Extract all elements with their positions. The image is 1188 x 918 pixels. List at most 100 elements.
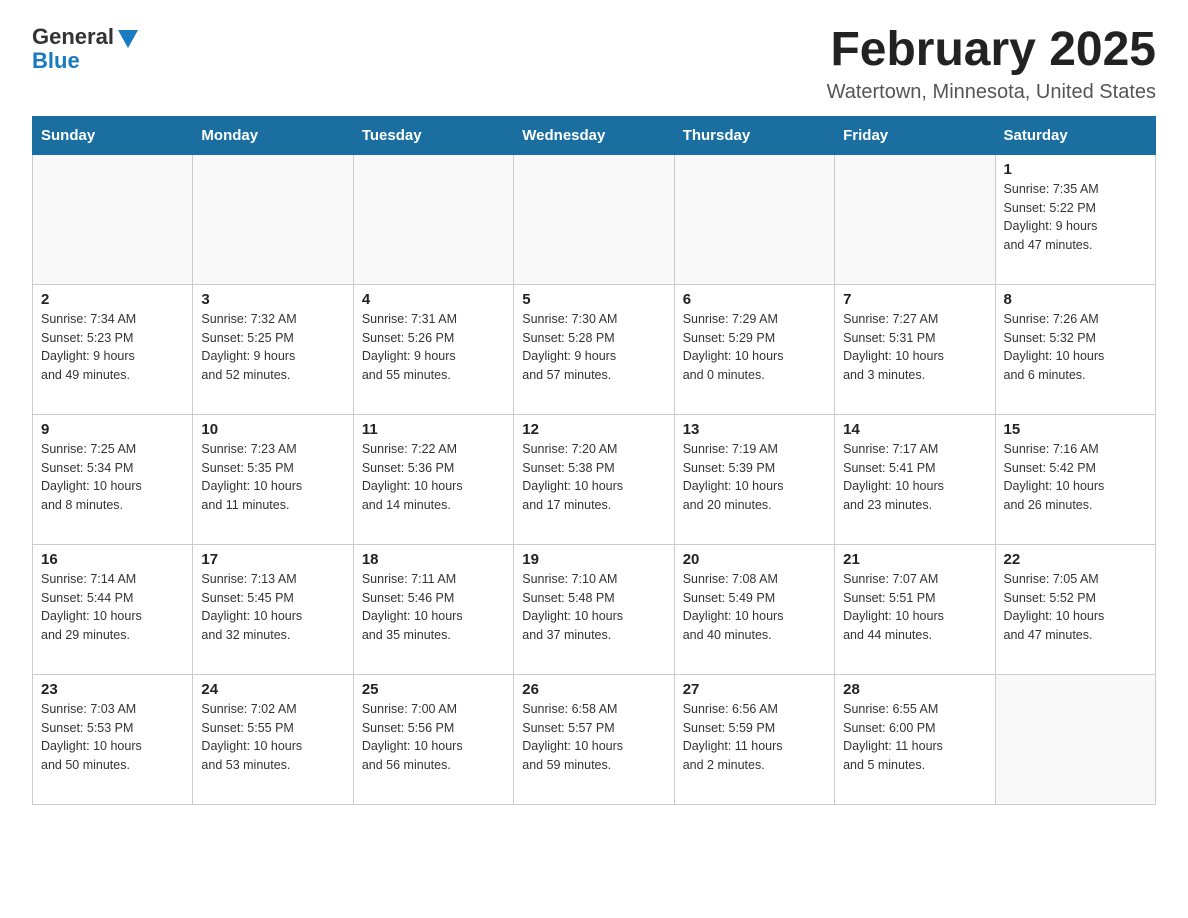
day-number: 12 — [522, 421, 665, 438]
day-of-week-header: Wednesday — [514, 116, 674, 154]
day-info: Sunrise: 7:31 AMSunset: 5:26 PMDaylight:… — [362, 310, 505, 385]
day-info: Sunrise: 7:11 AMSunset: 5:46 PMDaylight:… — [362, 570, 505, 645]
calendar-day-cell: 7Sunrise: 7:27 AMSunset: 5:31 PMDaylight… — [835, 284, 995, 414]
day-number: 26 — [522, 681, 665, 698]
calendar-day-cell — [674, 154, 834, 284]
day-number: 5 — [522, 291, 665, 308]
day-number: 18 — [362, 551, 505, 568]
calendar-day-cell — [995, 674, 1155, 804]
calendar-week-row: 9 Sunrise: 7:25 AMSunset: 5:34 PMDaylight… — [33, 414, 1156, 544]
calendar-day-cell: 24 Sunrise: 7:02 AMSunset: 5:55 PMDayligh… — [193, 674, 353, 804]
day-number: 17 — [201, 551, 344, 568]
day-number: 27 — [683, 681, 826, 698]
day-number: 24 — [201, 681, 344, 698]
calendar-day-cell: 1Sunrise: 7:35 AMSunset: 5:22 PMDaylight… — [995, 154, 1155, 284]
month-title: February 2025 — [827, 24, 1156, 77]
day-number: 20 — [683, 551, 826, 568]
day-info: Sunrise: 7:13 AMSunset: 5:45 PMDaylight:… — [201, 570, 344, 645]
day-number: 1 — [1004, 161, 1147, 178]
calendar-day-cell: 20 Sunrise: 7:08 AMSunset: 5:49 PMDayligh… — [674, 544, 834, 674]
calendar-day-cell: 10Sunrise: 7:23 AMSunset: 5:35 PMDayligh… — [193, 414, 353, 544]
day-of-week-header: Thursday — [674, 116, 834, 154]
day-number: 6 — [683, 291, 826, 308]
day-number: 9 — [41, 421, 184, 438]
day-info: Sunrise: 7:00 AMSunset: 5:56 PMDaylight:… — [362, 700, 505, 775]
day-info: Sunrise: 7:17 AMSunset: 5:41 PMDaylight:… — [843, 440, 986, 515]
day-number: 23 — [41, 681, 184, 698]
calendar-day-cell — [835, 154, 995, 284]
calendar-day-cell: 27 Sunrise: 6:56 AMSunset: 5:59 PMDayligh… — [674, 674, 834, 804]
calendar-day-cell — [353, 154, 513, 284]
day-number: 4 — [362, 291, 505, 308]
day-info: Sunrise: 7:14 AMSunset: 5:44 PMDaylight:… — [41, 570, 184, 645]
calendar-body: 1Sunrise: 7:35 AMSunset: 5:22 PMDaylight… — [33, 154, 1156, 804]
calendar-day-cell: 5 Sunrise: 7:30 AMSunset: 5:28 PMDaylight… — [514, 284, 674, 414]
day-number: 25 — [362, 681, 505, 698]
day-number: 10 — [201, 421, 344, 438]
calendar-day-cell — [33, 154, 193, 284]
day-number: 2 — [41, 291, 184, 308]
day-info: Sunrise: 7:22 AMSunset: 5:36 PMDaylight:… — [362, 440, 505, 515]
calendar-day-cell: 16 Sunrise: 7:14 AMSunset: 5:44 PMDayligh… — [33, 544, 193, 674]
logo-blue-text: Blue — [32, 48, 80, 74]
day-info: Sunrise: 6:55 AMSunset: 6:00 PMDaylight:… — [843, 700, 986, 775]
day-info: Sunrise: 7:32 AMSunset: 5:25 PMDaylight:… — [201, 310, 344, 385]
day-info: Sunrise: 7:30 AMSunset: 5:28 PMDaylight:… — [522, 310, 665, 385]
day-number: 3 — [201, 291, 344, 308]
calendar-header: SundayMondayTuesdayWednesdayThursdayFrid… — [33, 116, 1156, 154]
day-of-week-header: Monday — [193, 116, 353, 154]
calendar-week-row: 1Sunrise: 7:35 AMSunset: 5:22 PMDaylight… — [33, 154, 1156, 284]
calendar-day-cell: 4 Sunrise: 7:31 AMSunset: 5:26 PMDaylight… — [353, 284, 513, 414]
calendar-day-cell: 9 Sunrise: 7:25 AMSunset: 5:34 PMDaylight… — [33, 414, 193, 544]
calendar-day-cell: 14 Sunrise: 7:17 AMSunset: 5:41 PMDayligh… — [835, 414, 995, 544]
day-number: 21 — [843, 551, 986, 568]
calendar-day-cell: 8 Sunrise: 7:26 AMSunset: 5:32 PMDaylight… — [995, 284, 1155, 414]
day-info: Sunrise: 7:08 AMSunset: 5:49 PMDaylight:… — [683, 570, 826, 645]
day-info: Sunrise: 7:16 AMSunset: 5:42 PMDaylight:… — [1004, 440, 1147, 515]
day-number: 11 — [362, 421, 505, 438]
calendar-week-row: 16 Sunrise: 7:14 AMSunset: 5:44 PMDayligh… — [33, 544, 1156, 674]
day-of-week-header: Sunday — [33, 116, 193, 154]
calendar-day-cell: 13Sunrise: 7:19 AMSunset: 5:39 PMDayligh… — [674, 414, 834, 544]
calendar-day-cell: 22 Sunrise: 7:05 AMSunset: 5:52 PMDayligh… — [995, 544, 1155, 674]
day-info: Sunrise: 7:19 AMSunset: 5:39 PMDaylight:… — [683, 440, 826, 515]
day-number: 8 — [1004, 291, 1147, 308]
calendar-day-cell — [193, 154, 353, 284]
calendar-day-cell: 6Sunrise: 7:29 AMSunset: 5:29 PMDaylight… — [674, 284, 834, 414]
day-of-week-header: Friday — [835, 116, 995, 154]
day-info: Sunrise: 6:58 AMSunset: 5:57 PMDaylight:… — [522, 700, 665, 775]
day-number: 7 — [843, 291, 986, 308]
day-number: 14 — [843, 421, 986, 438]
day-info: Sunrise: 6:56 AMSunset: 5:59 PMDaylight:… — [683, 700, 826, 775]
day-number: 22 — [1004, 551, 1147, 568]
day-number: 28 — [843, 681, 986, 698]
calendar-day-cell: 11 Sunrise: 7:22 AMSunset: 5:36 PMDayligh… — [353, 414, 513, 544]
day-of-week-header: Tuesday — [353, 116, 513, 154]
calendar-day-cell: 12Sunrise: 7:20 AMSunset: 5:38 PMDayligh… — [514, 414, 674, 544]
page-header: General Blue February 2025 Watertown, Mi… — [32, 24, 1156, 104]
calendar-day-cell: 2Sunrise: 7:34 AMSunset: 5:23 PMDaylight… — [33, 284, 193, 414]
title-area: February 2025 Watertown, Minnesota, Unit… — [827, 24, 1156, 104]
calendar-day-cell: 26 Sunrise: 6:58 AMSunset: 5:57 PMDayligh… — [514, 674, 674, 804]
calendar-day-cell: 3 Sunrise: 7:32 AMSunset: 5:25 PMDaylight… — [193, 284, 353, 414]
day-info: Sunrise: 7:07 AMSunset: 5:51 PMDaylight:… — [843, 570, 986, 645]
calendar-day-cell: 17 Sunrise: 7:13 AMSunset: 5:45 PMDayligh… — [193, 544, 353, 674]
calendar-day-cell: 15Sunrise: 7:16 AMSunset: 5:42 PMDayligh… — [995, 414, 1155, 544]
location-subtitle: Watertown, Minnesota, United States — [827, 81, 1156, 104]
logo: General Blue — [32, 24, 138, 74]
calendar-day-cell: 28 Sunrise: 6:55 AMSunset: 6:00 PMDayligh… — [835, 674, 995, 804]
day-info: Sunrise: 7:26 AMSunset: 5:32 PMDaylight:… — [1004, 310, 1147, 385]
day-info: Sunrise: 7:02 AMSunset: 5:55 PMDaylight:… — [201, 700, 344, 775]
day-number: 16 — [41, 551, 184, 568]
calendar-week-row: 2Sunrise: 7:34 AMSunset: 5:23 PMDaylight… — [33, 284, 1156, 414]
calendar-day-cell: 18 Sunrise: 7:11 AMSunset: 5:46 PMDayligh… — [353, 544, 513, 674]
day-info: Sunrise: 7:25 AMSunset: 5:34 PMDaylight:… — [41, 440, 184, 515]
calendar-table: SundayMondayTuesdayWednesdayThursdayFrid… — [32, 116, 1156, 805]
day-of-week-header: Saturday — [995, 116, 1155, 154]
day-info: Sunrise: 7:05 AMSunset: 5:52 PMDaylight:… — [1004, 570, 1147, 645]
logo-arrow-icon — [118, 30, 138, 48]
calendar-day-cell: 25 Sunrise: 7:00 AMSunset: 5:56 PMDayligh… — [353, 674, 513, 804]
day-info: Sunrise: 7:10 AMSunset: 5:48 PMDaylight:… — [522, 570, 665, 645]
calendar-day-cell: 19Sunrise: 7:10 AMSunset: 5:48 PMDayligh… — [514, 544, 674, 674]
day-info: Sunrise: 7:03 AMSunset: 5:53 PMDaylight:… — [41, 700, 184, 775]
